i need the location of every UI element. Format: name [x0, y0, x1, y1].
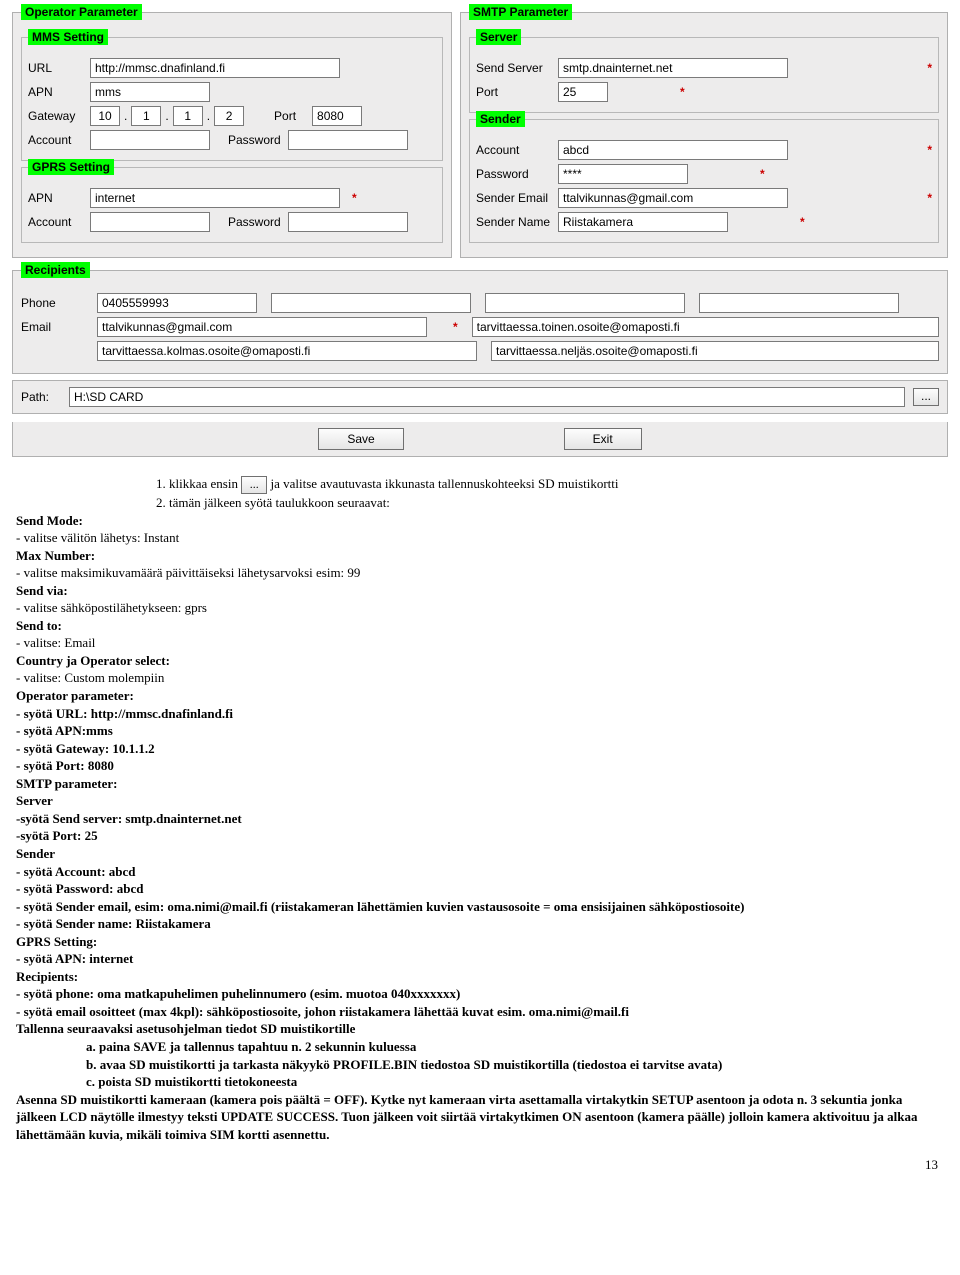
- mms-password-label: Password: [228, 133, 288, 147]
- mms-port-label: Port: [274, 109, 312, 123]
- smtp-parameter-panel: SMTP Parameter Server Send Server * Port…: [460, 12, 948, 258]
- sender-password-label: Password: [476, 167, 558, 181]
- gprs-password-label: Password: [228, 215, 288, 229]
- operator-parameter-panel: Operator Parameter MMS Setting URL APN G…: [12, 12, 452, 258]
- gprs-setting-panel: GPRS Setting APN * Account Password: [21, 167, 443, 243]
- phone3-input[interactable]: [485, 293, 685, 313]
- send-server-input[interactable]: [558, 58, 788, 78]
- required-star: *: [748, 167, 765, 181]
- sender-title: Sender: [476, 111, 525, 127]
- gprs-title: GPRS Setting: [28, 159, 114, 175]
- browse-button[interactable]: ...: [913, 388, 939, 406]
- email4-input[interactable]: [491, 341, 939, 361]
- mms-title: MMS Setting: [28, 29, 108, 45]
- mms-apn-label: APN: [28, 85, 90, 99]
- top-settings-row: Operator Parameter MMS Setting URL APN G…: [12, 8, 948, 262]
- sender-name-input[interactable]: [558, 212, 728, 232]
- email-label: Email: [21, 320, 83, 334]
- gprs-account-label: Account: [28, 215, 90, 229]
- smtp-title: SMTP Parameter: [469, 4, 572, 20]
- sender-account-input[interactable]: [558, 140, 788, 160]
- server-title: Server: [476, 29, 521, 45]
- page-number: 13: [12, 1157, 948, 1173]
- sender-email-input[interactable]: [558, 188, 788, 208]
- required-star: *: [788, 215, 805, 229]
- gprs-password-input[interactable]: [288, 212, 408, 232]
- smtp-port-input[interactable]: [558, 82, 608, 102]
- recipients-panel: Recipients Phone Email *: [12, 270, 948, 374]
- mms-setting-panel: MMS Setting URL APN Gateway . . . Port: [21, 37, 443, 161]
- mms-gw3[interactable]: [173, 106, 203, 126]
- sender-name-label: Sender Name: [476, 215, 558, 229]
- mms-gateway-label: Gateway: [28, 109, 90, 123]
- required-star: *: [441, 320, 458, 334]
- ellipsis-icon: ...: [241, 476, 267, 494]
- save-button[interactable]: Save: [318, 428, 403, 450]
- send-server-label: Send Server: [476, 61, 558, 75]
- sender-panel: Sender Account * Password * Sender Email…: [469, 119, 939, 243]
- sender-email-label: Sender Email: [476, 191, 558, 205]
- email1-input[interactable]: [97, 317, 427, 337]
- recipients-title: Recipients: [21, 262, 90, 278]
- instructions-text: 1. klikkaa ensin ... ja valitse avautuva…: [12, 471, 948, 1147]
- phone2-input[interactable]: [271, 293, 471, 313]
- path-label: Path:: [21, 390, 61, 404]
- exit-button[interactable]: Exit: [564, 428, 642, 450]
- mms-gw1[interactable]: [90, 106, 120, 126]
- mms-account-input[interactable]: [90, 130, 210, 150]
- required-star: *: [915, 143, 932, 157]
- mms-url-label: URL: [28, 61, 90, 75]
- required-star: *: [340, 191, 357, 205]
- required-star: *: [915, 191, 932, 205]
- smtp-port-label: Port: [476, 85, 558, 99]
- operator-title: Operator Parameter: [21, 4, 142, 20]
- server-panel: Server Send Server * Port *: [469, 37, 939, 113]
- mms-gw4[interactable]: [214, 106, 244, 126]
- gprs-apn-label: APN: [28, 191, 90, 205]
- sender-password-input[interactable]: [558, 164, 688, 184]
- mms-url-input[interactable]: [90, 58, 340, 78]
- mms-apn-input[interactable]: [90, 82, 210, 102]
- path-row: Path: ...: [12, 380, 948, 414]
- phone1-input[interactable]: [97, 293, 257, 313]
- required-star: *: [668, 85, 685, 99]
- mms-port-input[interactable]: [312, 106, 362, 126]
- gprs-apn-input[interactable]: [90, 188, 340, 208]
- email3-input[interactable]: [97, 341, 477, 361]
- required-star: *: [915, 61, 932, 75]
- path-input[interactable]: [69, 387, 905, 407]
- phone-label: Phone: [21, 296, 83, 310]
- mms-gw2[interactable]: [131, 106, 161, 126]
- sender-account-label: Account: [476, 143, 558, 157]
- mms-account-label: Account: [28, 133, 90, 147]
- gprs-account-input[interactable]: [90, 212, 210, 232]
- phone4-input[interactable]: [699, 293, 899, 313]
- button-row: Save Exit: [12, 422, 948, 457]
- email2-input[interactable]: [472, 317, 939, 337]
- mms-password-input[interactable]: [288, 130, 408, 150]
